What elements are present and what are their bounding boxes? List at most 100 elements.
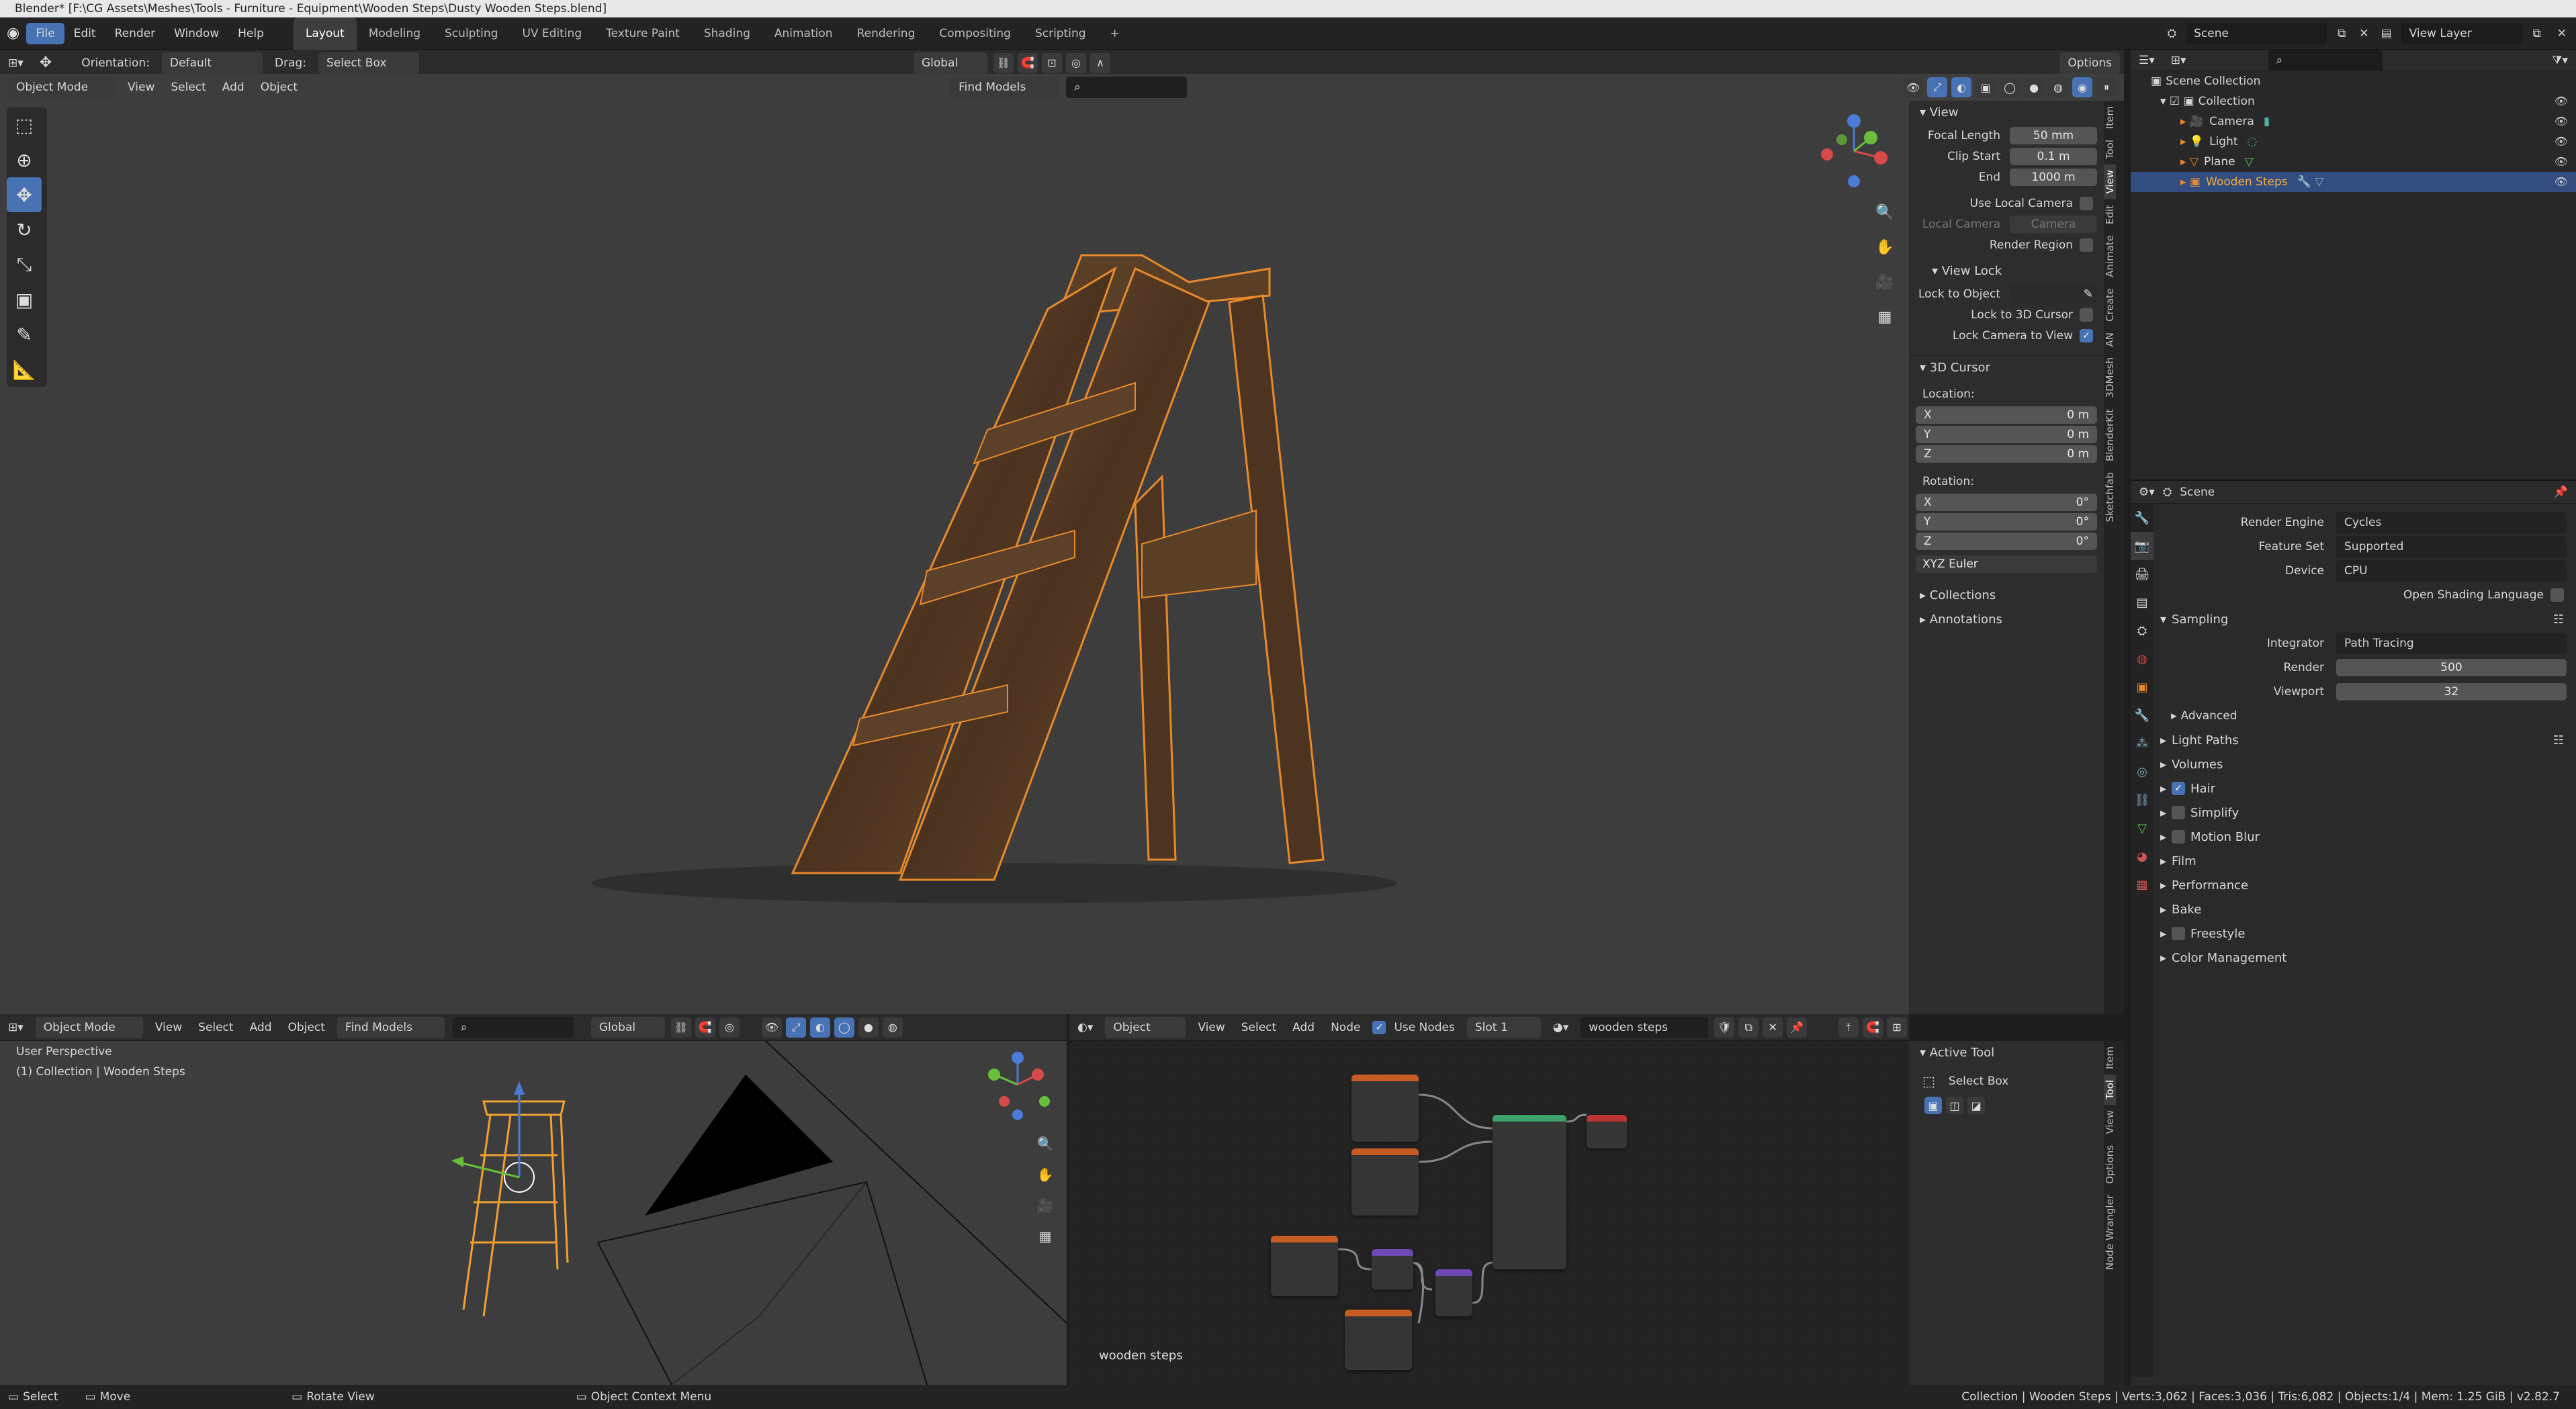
menu-view[interactable]: View [1190,1014,1233,1041]
film-section[interactable]: ▸ Film [2158,849,2571,873]
performance-section[interactable]: ▸ Performance [2158,873,2571,897]
shading-solid-icon[interactable]: ● [858,1017,879,1038]
find-models-search[interactable]: ⌕ [1066,77,1188,98]
lock-to-object-field[interactable]: ✎ [2010,285,2097,303]
data-tab-icon[interactable]: ▽ [2131,814,2153,842]
find-models-dropdown[interactable]: Find Models [337,1016,445,1038]
tab-shading[interactable]: Shading [692,17,762,50]
properties-editor-icon[interactable]: ⚙▾ [2131,479,2163,506]
menu-select[interactable]: Select [190,1014,241,1041]
outliner-item-plane[interactable]: ▸ ▽ Plane ▽ 👁 [2131,152,2576,172]
shader-node[interactable] [1351,1148,1419,1216]
view-panel-header[interactable]: ▾ View [1909,101,2104,125]
render-engine-dropdown[interactable]: Cycles [2336,512,2567,533]
use-nodes-checkbox[interactable]: ✓ [1372,1020,1386,1034]
drag-dropdown[interactable]: Select Box [318,52,419,74]
osl-checkbox[interactable] [2550,588,2564,602]
tab-modeling[interactable]: Modeling [357,17,433,50]
view-layer-tab-icon[interactable]: ▤ [2131,588,2153,617]
fake-user-icon[interactable]: 🛡 [1714,1017,1735,1038]
menu-render[interactable]: Render [105,17,165,50]
tab-item[interactable]: Item [2104,1041,2116,1075]
rotation-mode-dropdown[interactable]: XYZ Euler [1916,555,2097,573]
snap-icon[interactable]: 🧲 [1863,1017,1883,1038]
rotate-icon[interactable]: ↻ [7,212,42,247]
editor-type-icon[interactable]: ⊞▾ [0,50,32,77]
select-subtract-icon[interactable]: ◪ [1967,1097,1985,1114]
tab-view[interactable]: View [2104,165,2116,199]
tab-layout[interactable]: Layout [293,17,357,50]
overlay-icon[interactable]: ◐ [1951,77,1972,97]
menu-window[interactable]: Window [165,17,228,50]
tab-view[interactable]: View [2104,1105,2116,1140]
navigation-gizmo[interactable] [974,1048,1055,1122]
material-output-node[interactable] [1587,1115,1627,1148]
hair-checkbox[interactable]: ✓ [2172,782,2186,795]
eye-icon[interactable]: 👁 [2555,111,2568,132]
find-models-dropdown[interactable]: Find Models [950,77,1059,98]
tab-tool[interactable]: Tool [2104,1075,2116,1105]
principled-bsdf-node[interactable] [1493,1115,1566,1269]
menu-view[interactable]: View [120,74,163,101]
main-viewport[interactable]: ⬚ ⊕ ✥ ↻ ⤡ ▣ ✎ 📐 🔍 ✋ 🎥 ▦ [0,101,1909,1014]
menu-add[interactable]: Add [1284,1014,1323,1041]
node-editor-type-icon[interactable]: ◐▾ [1069,1014,1101,1041]
rotation-y-field[interactable]: Y 0° [1916,513,2097,531]
zoom-icon[interactable]: 🔍 [1867,195,1902,230]
menu-add[interactable]: Add [214,74,253,101]
tab-scripting[interactable]: Scripting [1023,17,1098,50]
shading-material-icon[interactable]: ◍ [882,1017,903,1038]
rotation-z-field[interactable]: Z 0° [1916,533,2097,550]
output-tab-icon[interactable]: 🖨 [2131,560,2153,588]
scale-icon[interactable]: ⤡ [7,247,42,282]
pan-hand-icon[interactable]: ✋ [1028,1159,1063,1190]
snap-target-icon[interactable]: ⊡ [1041,52,1062,73]
active-tool-header[interactable]: ▾ Active Tool [1909,1041,2104,1065]
tab-an[interactable]: AN [2104,327,2116,352]
bottom-transform-dropdown[interactable]: Global [590,1016,665,1038]
outliner-display-mode-icon[interactable]: ⊞▾ [2163,47,2194,74]
menu-add[interactable]: Add [242,1014,280,1041]
list-icon[interactable]: ☷ [2553,612,2571,627]
texture-node[interactable] [1271,1236,1338,1296]
menu-edit[interactable]: Edit [64,17,105,50]
move-tool-icon[interactable]: ✥ [32,50,60,77]
tab-edit[interactable]: Edit [2104,199,2116,230]
focal-length-field[interactable]: 50 mm [2010,126,2097,144]
visibility-icon[interactable]: 👁 [1903,77,1924,97]
tab-node-wrangler[interactable]: Node Wrangler [2104,1189,2116,1275]
orientation-dropdown[interactable]: Default [161,52,263,74]
eye-icon[interactable]: 👁 [2555,172,2568,192]
menu-object[interactable]: Object [280,1014,333,1041]
hair-section[interactable]: ▸ ✓ Hair [2158,776,2571,801]
xray-icon[interactable]: ▣ [1975,77,1996,97]
outliner-collection[interactable]: ▾ ☑ ▣ Collection 👁 [2131,91,2576,111]
texture-tab-icon[interactable]: ▦ [2131,870,2153,899]
modifier-tab-icon[interactable]: 🔧 [2131,701,2153,729]
camera-view-icon[interactable]: 🎥 [1028,1190,1063,1221]
ortho-grid-icon[interactable]: ▦ [1028,1221,1063,1252]
shading-wireframe-icon[interactable]: ◯ [2000,77,2020,97]
annotate-icon[interactable]: ✎ [7,317,42,352]
tab-sketchfab[interactable]: Sketchfab [2104,467,2116,528]
advanced-subsection[interactable]: ▸ Advanced [2158,704,2571,728]
tab-texture-paint[interactable]: Texture Paint [594,17,692,50]
editor-type-icon[interactable]: ⊞▾ [0,1014,32,1041]
eye-icon[interactable]: 👁 [2555,152,2568,172]
zoom-icon[interactable]: 🔍 [1028,1128,1063,1159]
menu-view[interactable]: View [147,1014,190,1041]
material-tab-icon[interactable]: ◕ [2131,842,2153,870]
integrator-dropdown[interactable]: Path Tracing [2336,633,2567,654]
annotations-panel-header[interactable]: ▸ Annotations [1909,608,2104,632]
shader-type-dropdown[interactable]: Object [1105,1016,1186,1038]
list-icon[interactable]: ☷ [2553,733,2571,747]
volumes-section[interactable]: ▸ Volumes [2158,752,2571,776]
pivot-icon[interactable]: ⛓ [993,52,1014,73]
select-new-icon[interactable]: ▣ [1924,1097,1942,1114]
clip-end-field[interactable]: 1000 m [2010,168,2097,186]
shading-wireframe-icon[interactable]: ◯ [834,1017,854,1038]
add-workspace-icon[interactable]: + [1098,17,1132,50]
pin-icon[interactable]: 📌 [2546,479,2576,506]
move-icon[interactable]: ✥ [7,177,42,212]
render-tab-icon[interactable]: 📷 [2131,532,2153,560]
